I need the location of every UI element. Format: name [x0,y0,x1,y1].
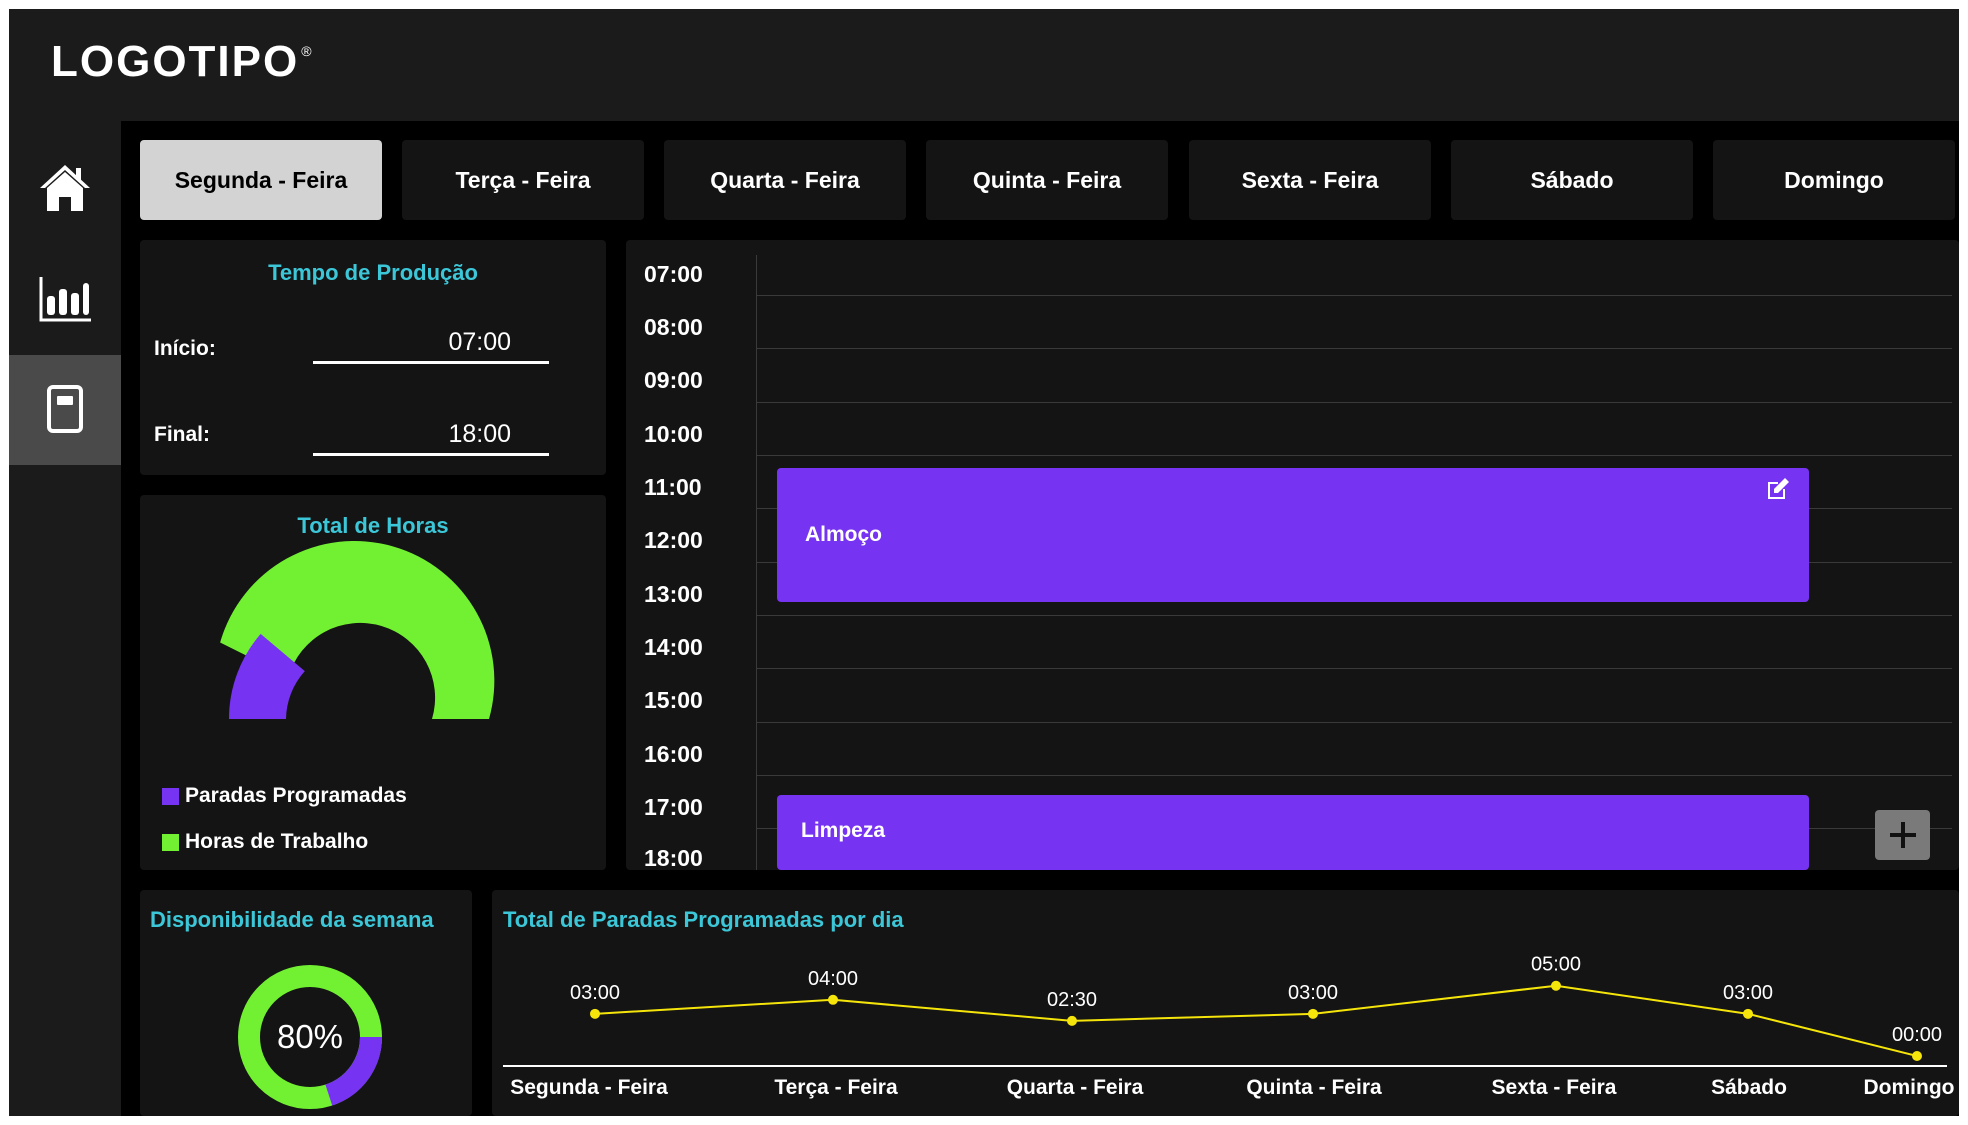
data-label: 00:00 [1892,1024,1942,1046]
event-almoco[interactable]: Almoço [777,468,1809,602]
legend-work-hours-label: Horas de Trabalho [185,830,369,853]
legend-swatch-purple [162,787,179,805]
start-time-value: 07:00 [448,328,511,356]
end-label: Final: [154,423,210,446]
stops-line-chart: 03:00 Segunda - Feira 04:00 Terça - Feira 02… [503,954,1955,1099]
availability-value: 80% [277,1018,343,1055]
data-label: 04:00 [808,968,858,990]
data-label: 02:30 [1047,989,1097,1011]
time-label: 10:00 [644,421,703,447]
end-time-field[interactable]: 18:00 [313,413,549,456]
time-label: 12:00 [644,527,703,553]
day-schedule: 07:00 08:00 09:00 10:00 11:00 12:00 13:0… [626,240,1959,871]
tab-terca[interactable]: Terça - Feira [402,140,644,220]
tab-sabado[interactable]: Sábado [1451,140,1693,220]
edit-icon[interactable] [1765,476,1791,502]
x-tick-label: Domingo [1864,1076,1955,1099]
start-time-field[interactable]: 07:00 [313,321,549,364]
event-almoco-label: Almoço [805,523,883,546]
time-label: 13:00 [644,581,703,607]
time-label: 14:00 [644,634,703,660]
availability-title: Disponibilidade da semana [150,907,434,932]
time-label: 09:00 [644,367,703,393]
time-label: 17:00 [644,794,703,820]
hour-line [757,668,1952,669]
sidebar-item-dashboard[interactable] [9,243,121,353]
tab-segunda[interactable]: Segunda - Feira [140,140,382,220]
legend-swatch-green [162,833,179,851]
hour-line [757,295,1952,296]
hour-line [757,722,1952,723]
time-label: 15:00 [644,687,703,713]
event-limpeza-label: Limpeza [801,819,886,842]
data-point [590,1008,600,1019]
x-tick-label: Terça - Feira [774,1076,898,1099]
tab-quarta[interactable]: Quarta - Feira [664,140,906,220]
end-time-value: 18:00 [448,420,511,448]
hours-gauge [220,540,495,719]
hour-line [757,615,1952,616]
production-time-title: Tempo de Produção [268,260,478,285]
registered-mark: ® [301,43,312,59]
data-point [1308,1008,1318,1019]
data-point [828,994,838,1005]
legend-planned-stops-label: Paradas Programadas [185,784,407,807]
data-label: 03:00 [1288,982,1338,1004]
sidebar [9,121,121,1116]
top-bar: LOGOTIPO ® [9,9,1959,121]
x-tick-label: Segunda - Feira [510,1076,668,1099]
weekly-availability-panel: Disponibilidade da semana 80% [140,890,472,1116]
data-label: 03:00 [1723,982,1773,1004]
logo-text: LOGOTIPO [51,37,300,86]
add-event-button[interactable] [1875,810,1930,860]
event-limpeza[interactable]: Limpeza [777,795,1809,870]
total-hours-panel: Total de Horas Paradas Programadas Horas… [140,495,606,870]
tab-sexta[interactable]: Sexta - Feira [1189,140,1431,220]
stops-per-day-panel: Total de Paradas Programadas por dia 03:… [492,890,1959,1116]
production-time-panel: Tempo de Produção Início: 07:00 Final: 1… [140,240,606,475]
data-point [1067,1015,1077,1026]
x-tick-label: Quinta - Feira [1246,1076,1382,1099]
tab-domingo[interactable]: Domingo [1713,140,1955,220]
series-line [594,984,1918,1057]
bar-chart-icon [39,277,91,322]
plus-icon [1889,822,1916,848]
start-label: Início: [154,337,216,360]
home-icon [40,165,90,211]
data-point [1743,1008,1753,1019]
logo: LOGOTIPO ® [51,37,312,87]
availability-donut: 80% [238,965,382,1109]
sidebar-item-home[interactable] [9,133,121,243]
document-icon [47,385,83,433]
hour-line [757,402,1952,403]
x-tick-label: Quarta - Feira [1007,1076,1144,1099]
time-label: 18:00 [644,845,703,871]
time-label: 08:00 [644,314,703,340]
tab-quinta[interactable]: Quinta - Feira [926,140,1168,220]
data-point [1551,980,1561,991]
hour-line [757,348,1952,349]
time-label: 16:00 [644,741,703,767]
data-label: 03:00 [570,982,620,1004]
hour-line [757,775,1952,776]
hour-line [757,455,1952,456]
legend-planned-stops: Paradas Programadas [162,784,407,808]
data-point [1912,1051,1922,1061]
legend-work-hours: Horas de Trabalho [162,830,368,854]
time-label: 07:00 [644,261,703,287]
x-tick-label: Sábado [1711,1076,1787,1099]
time-label: 11:00 [644,474,702,500]
data-label: 05:00 [1531,954,1581,976]
app-frame: LOGOTIPO ® Segunda - Feira Terça - Feira… [9,9,1959,1116]
sidebar-item-schedule[interactable] [9,355,121,465]
x-tick-label: Sexta - Feira [1492,1076,1617,1099]
